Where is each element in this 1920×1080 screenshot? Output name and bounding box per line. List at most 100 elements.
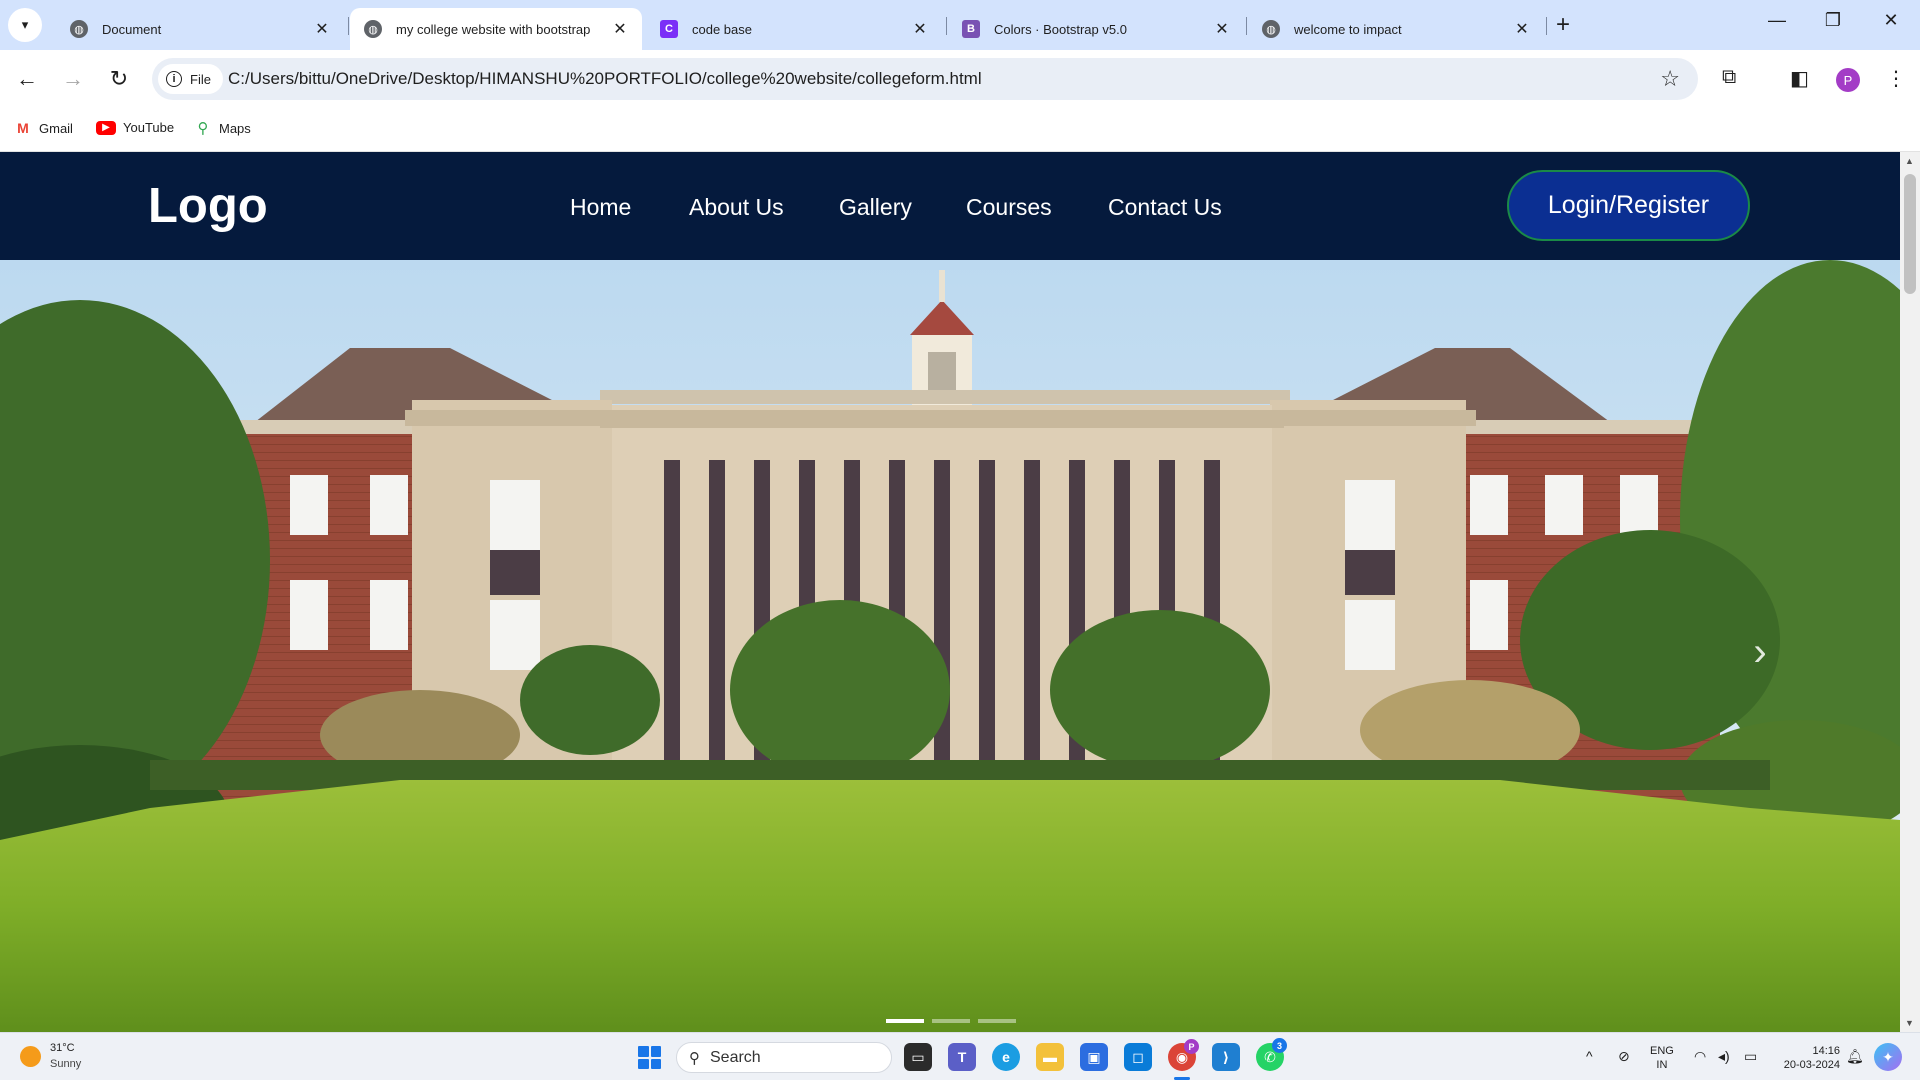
search-icon: ⚲ (689, 1049, 700, 1067)
close-icon[interactable]: ✕ (610, 19, 630, 39)
scroll-down-icon[interactable]: ▼ (1905, 1018, 1914, 1028)
extensions-icon[interactable]: ⧉ (1722, 66, 1736, 89)
carousel-indicator-3[interactable] (978, 1019, 1016, 1023)
scroll-thumb[interactable] (1904, 174, 1916, 294)
close-icon[interactable]: ✕ (1512, 19, 1532, 39)
app-icon[interactable]: ◻ (1124, 1043, 1152, 1071)
bookmark-label: Maps (219, 120, 251, 136)
chrome-profile-badge: P (1184, 1039, 1199, 1054)
bookmark-label: YouTube (123, 120, 175, 135)
globe-icon: ◍ (70, 20, 88, 38)
tab-document[interactable]: ◍ Document ✕ (56, 8, 344, 50)
windows-start-icon[interactable] (638, 1046, 661, 1069)
nav-gallery[interactable]: Gallery (839, 194, 912, 221)
codebase-icon: C (660, 20, 678, 38)
bookmark-maps[interactable]: ⚲ Maps (194, 120, 251, 137)
new-tab-button[interactable]: + (1556, 12, 1570, 38)
bookmark-youtube[interactable]: ▶ YouTube (96, 120, 174, 135)
nav-contact-us[interactable]: Contact Us (1108, 194, 1222, 221)
tab-search-button[interactable]: ▾ (8, 8, 42, 42)
teams-icon[interactable]: T (948, 1043, 976, 1071)
file-explorer-icon[interactable]: ▬ (1036, 1043, 1064, 1071)
tab-separator (348, 17, 349, 35)
nav-about-us[interactable]: About Us (689, 194, 784, 221)
weather-condition[interactable]: Sunny (50, 1058, 81, 1070)
language-code: ENG (1650, 1045, 1674, 1057)
site-logo[interactable]: Logo (148, 178, 268, 234)
battery-icon[interactable]: ▭ (1744, 1048, 1757, 1065)
wifi-icon[interactable]: ◠ (1694, 1048, 1706, 1065)
vscode-icon[interactable]: ⟩ (1212, 1043, 1240, 1071)
system-clock[interactable]: 14:16 20-03-2024 (1774, 1044, 1840, 1072)
restore-button[interactable]: ❐ (1818, 10, 1848, 31)
clock-time: 14:16 (1812, 1045, 1840, 1057)
sun-icon[interactable] (20, 1046, 41, 1067)
scroll-up-icon[interactable]: ▲ (1905, 156, 1914, 166)
taskbar-search[interactable]: ⚲ Search (676, 1042, 892, 1073)
clock-date: 20-03-2024 (1783, 1059, 1840, 1071)
browser-toolbar: ← → ↻ i File C:/Users/bittu/OneDrive/Des… (0, 50, 1920, 108)
tab-code-base[interactable]: C code base ✕ (646, 8, 942, 50)
bootstrap-icon: B (962, 20, 980, 38)
weather-temperature[interactable]: 31°C (50, 1042, 75, 1054)
info-icon: i (166, 71, 182, 87)
close-icon[interactable]: ✕ (1212, 19, 1232, 39)
more-menu-icon[interactable]: ⋮ (1886, 66, 1906, 91)
chevron-up-icon[interactable]: ^ (1586, 1048, 1593, 1064)
nav-home[interactable]: Home (570, 194, 631, 221)
college-building-image (0, 260, 1900, 1032)
language-indicator[interactable]: ENG IN (1650, 1044, 1674, 1072)
windows-taskbar: 31°C Sunny ⚲ Search ▭ T e ▬ ▣ ◻ ◉ P ⟩ ✆ … (0, 1032, 1920, 1080)
whatsapp-badge: 3 (1272, 1038, 1287, 1053)
tab-title: my college website with bootstrap (396, 21, 591, 37)
bookmarks-bar: M Gmail ▶ YouTube ⚲ Maps (0, 108, 1920, 152)
maps-icon: ⚲ (197, 120, 209, 137)
back-button[interactable]: ← (12, 64, 42, 94)
minimize-button[interactable]: — (1762, 10, 1792, 31)
carousel-next-button[interactable]: › (1740, 632, 1780, 672)
address-bar[interactable]: i File C:/Users/bittu/OneDrive/Desktop/H… (152, 58, 1698, 100)
site-navbar: Logo Home About Us Gallery Courses Conta… (0, 152, 1900, 260)
side-panel-icon[interactable]: ◧ (1790, 66, 1809, 91)
login-register-button[interactable]: Login/Register (1507, 170, 1750, 241)
tab-title: Colors · Bootstrap v5.0 (994, 21, 1127, 37)
page-scrollbar[interactable]: ▲ ▼ (1900, 152, 1920, 1032)
tab-college-website[interactable]: ◍ my college website with bootstrap ✕ (350, 8, 642, 50)
edge-icon[interactable]: e (992, 1043, 1020, 1071)
site-info-label: File (190, 71, 211, 87)
tab-separator (946, 17, 947, 35)
close-icon[interactable]: ✕ (910, 19, 930, 39)
store-icon[interactable]: ▣ (1080, 1043, 1108, 1071)
site-info-chip[interactable]: i File (158, 64, 223, 94)
reload-button[interactable]: ↻ (104, 64, 134, 94)
bookmark-label: Gmail (39, 120, 73, 136)
task-view-icon[interactable]: ▭ (904, 1043, 932, 1071)
carousel-indicator-1[interactable] (886, 1019, 924, 1023)
close-window-button[interactable]: ✕ (1876, 10, 1906, 31)
carousel-indicators (886, 1019, 1016, 1023)
page-viewport: Logo Home About Us Gallery Courses Conta… (0, 152, 1900, 1032)
carousel-indicator-2[interactable] (932, 1019, 970, 1023)
bookmark-star-icon[interactable]: ☆ (1660, 66, 1680, 92)
globe-icon: ◍ (364, 20, 382, 38)
close-icon[interactable]: ✕ (312, 19, 332, 39)
globe-icon: ◍ (1262, 20, 1280, 38)
hero-carousel: › (0, 260, 1900, 1032)
tab-bootstrap-colors[interactable]: B Colors · Bootstrap v5.0 ✕ (948, 8, 1244, 50)
nav-courses[interactable]: Courses (966, 194, 1052, 221)
tab-title: welcome to impact (1294, 21, 1402, 37)
url-text[interactable]: C:/Users/bittu/OneDrive/Desktop/HIMANSHU… (228, 69, 982, 89)
gmail-icon: M (17, 120, 29, 136)
tab-title: code base (692, 21, 752, 37)
copilot-icon[interactable]: ✦ (1874, 1043, 1902, 1071)
chevron-down-icon: ▾ (21, 17, 29, 32)
bookmark-gmail[interactable]: M Gmail (14, 120, 73, 136)
notification-bell-icon[interactable]: 🔔︎ (1846, 1048, 1864, 1065)
volume-icon[interactable]: ◂) (1718, 1048, 1730, 1065)
tab-separator (1546, 17, 1547, 35)
sync-off-icon[interactable]: ⊘ (1618, 1048, 1630, 1065)
forward-button[interactable]: → (58, 64, 88, 94)
profile-avatar[interactable]: P (1836, 68, 1860, 92)
tab-separator (1246, 17, 1247, 35)
tab-welcome-impact[interactable]: ◍ welcome to impact ✕ (1248, 8, 1544, 50)
